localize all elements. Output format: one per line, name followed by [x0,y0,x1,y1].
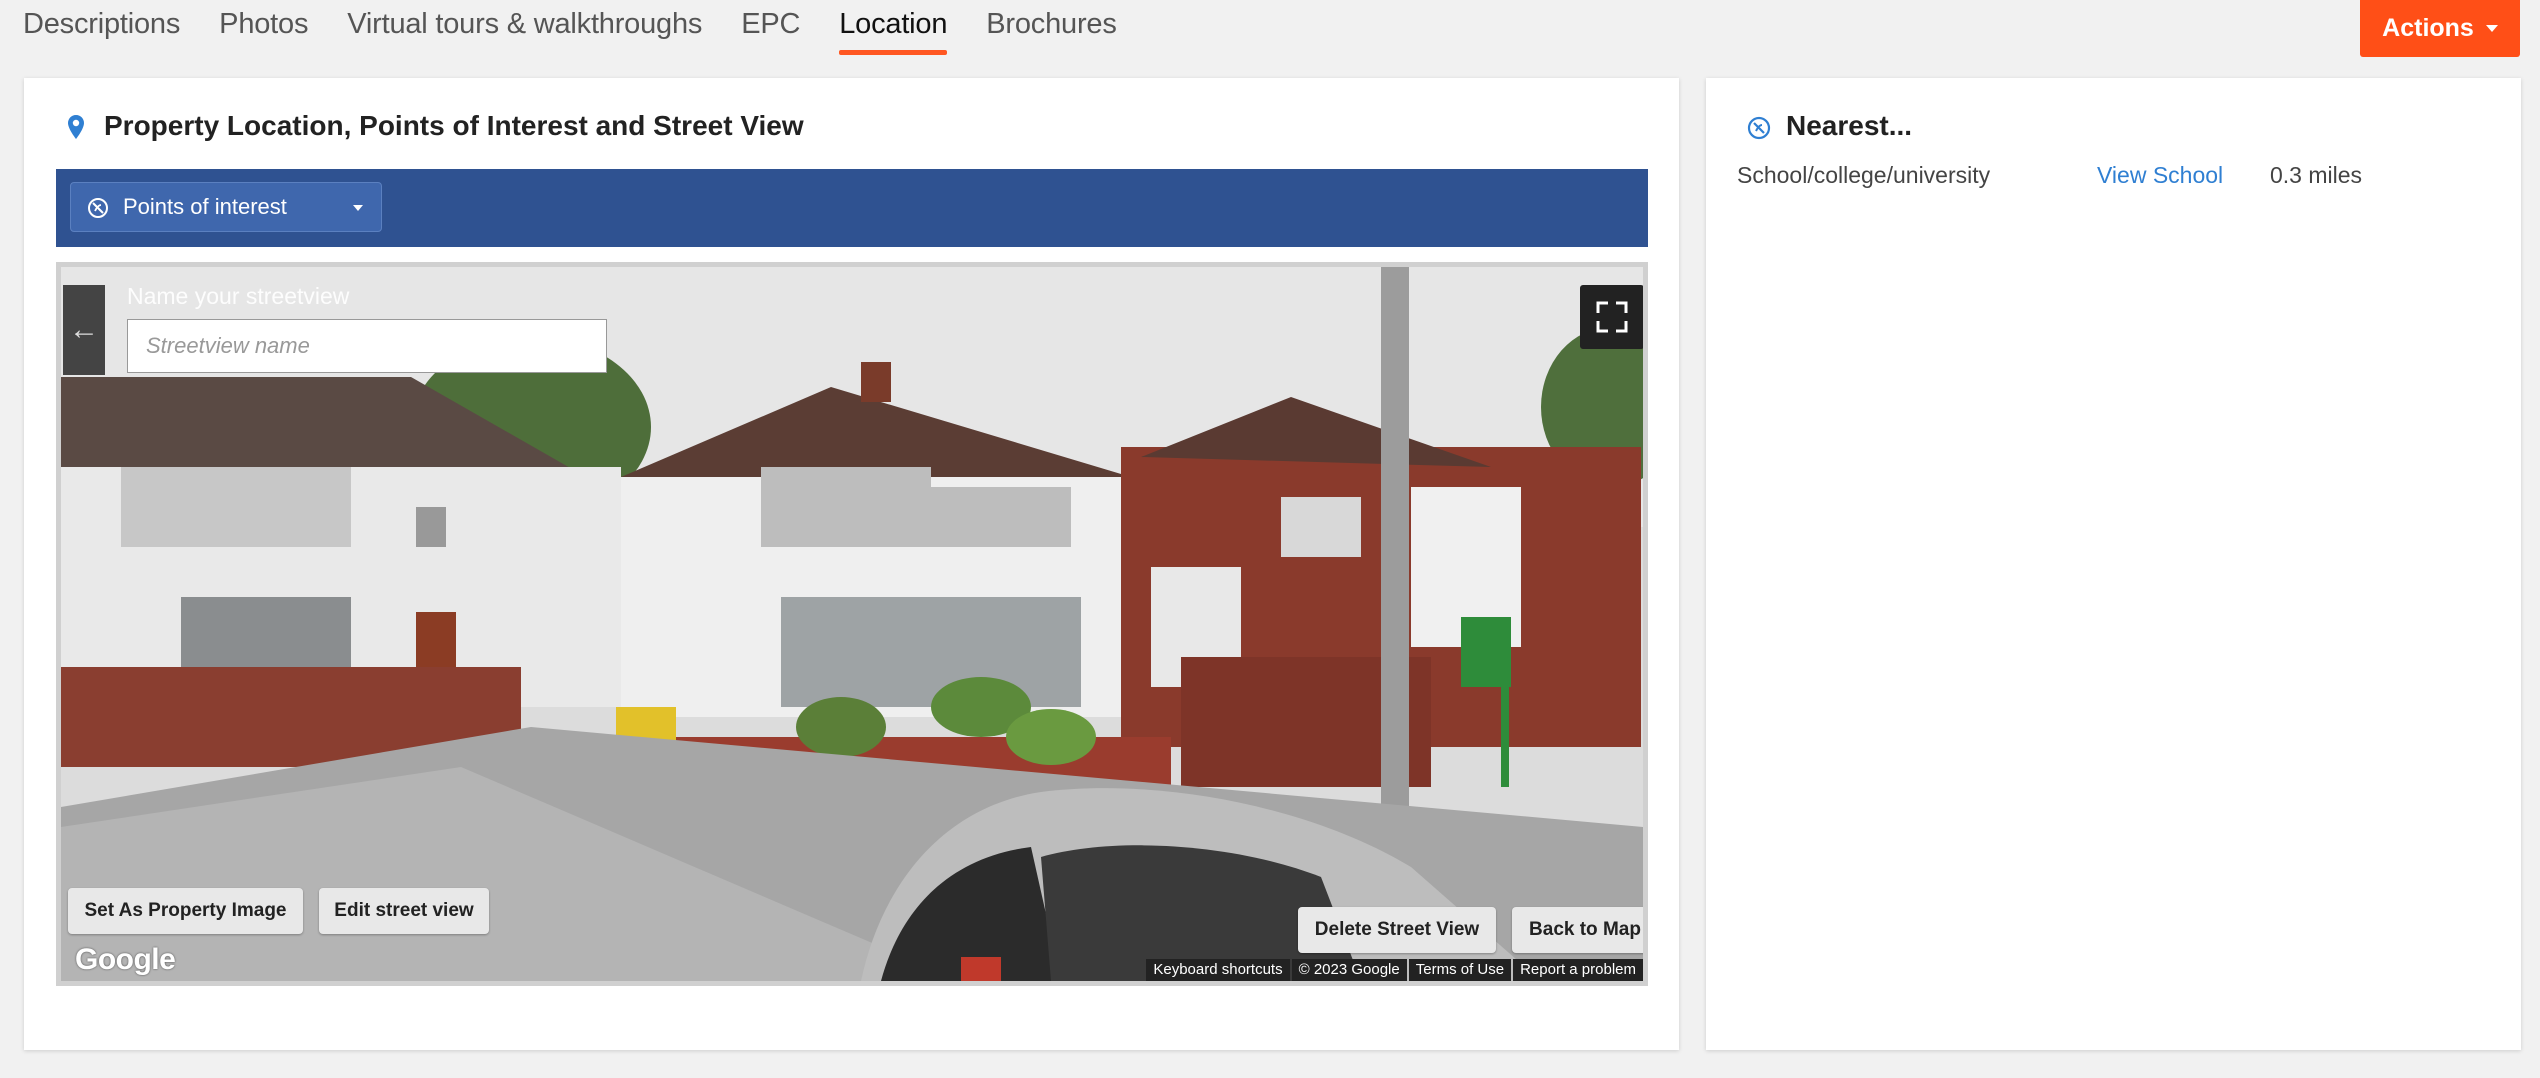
actions-label: Actions [2382,14,2474,42]
nearest-panel: Nearest... School/college/university Vie… [1706,78,2521,1050]
back-arrow-icon[interactable]: ← [63,285,105,375]
streetview-name-input[interactable] [127,319,607,373]
nearest-title: Nearest... [1786,110,1913,141]
set-property-image-button[interactable]: Set As Property Image [68,888,303,934]
keyboard-shortcuts-link[interactable]: Keyboard shortcuts [1146,959,1290,981]
poi-select[interactable]: Points of interest [70,182,382,232]
tab-location[interactable]: Location [839,0,947,56]
nearest-category: School/college/university [1737,162,1991,188]
streetview-name-label: Name your streetview [127,283,350,309]
copyright-text: © 2023 Google [1291,959,1407,981]
street-view[interactable]: ← Name your streetview Set As Property I… [56,262,1648,986]
tab-virtual-tours[interactable]: Virtual tours & walkthroughs [347,0,702,56]
nearest-distance: 0.3 miles [2270,162,2363,188]
poi-select-value: Points of interest [123,194,287,219]
tab-photos[interactable]: Photos [219,0,308,56]
back-to-map-button[interactable]: Back to Map [1512,907,1643,953]
chevron-down-icon [2485,25,2498,32]
list-item: School/college/university View School 0.… [1737,162,2497,198]
location-panel: Property Location, Points of Interest an… [24,78,1679,1050]
actions-button[interactable]: Actions [2360,0,2520,57]
delete-street-view-button[interactable]: Delete Street View [1298,907,1496,953]
tab-descriptions[interactable]: Descriptions [23,0,180,56]
panel-title: Property Location, Points of Interest an… [104,110,804,141]
report-problem-link[interactable]: Report a problem [1513,959,1643,981]
street-view-image [61,267,1643,981]
google-logo: Google [75,943,176,976]
tab-epc[interactable]: EPC [741,0,800,56]
tab-brochures[interactable]: Brochures [986,0,1117,56]
map-pin-icon [68,115,84,139]
map-footer: Keyboard shortcuts © 2023 Google Terms o… [1144,959,1643,981]
poi-toolbar: Points of interest [56,169,1648,247]
fullscreen-button[interactable] [1580,285,1643,349]
view-school-link[interactable]: View School [2097,162,2223,189]
terms-link[interactable]: Terms of Use [1408,959,1512,981]
compass-icon [88,198,108,218]
chevron-down-icon [353,205,363,211]
tab-bar: Descriptions Photos Virtual tours & walk… [0,0,1156,56]
edit-street-view-button[interactable]: Edit street view [319,888,489,934]
fullscreen-icon [1596,301,1628,333]
compass-icon [1747,116,1771,140]
